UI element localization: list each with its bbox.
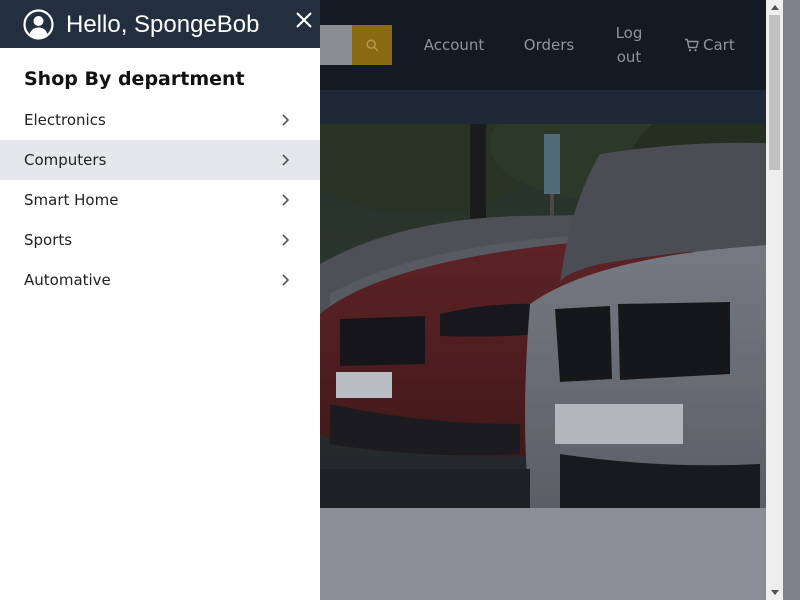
orders-link[interactable]: Orders xyxy=(520,33,578,57)
page-scrollbar[interactable] xyxy=(766,0,783,600)
scroll-up-arrow[interactable] xyxy=(766,0,783,15)
chevron-right-icon xyxy=(282,114,290,126)
search-icon xyxy=(365,38,378,51)
drawer-header: Hello, SpongeBob xyxy=(0,0,320,48)
chevron-right-icon xyxy=(282,234,290,246)
chevron-right-icon xyxy=(282,274,290,286)
cart-label: Cart xyxy=(703,36,735,54)
user-greeting: Hello, SpongeBob xyxy=(66,11,260,38)
department-label: Sports xyxy=(24,231,73,249)
department-list: Electronics Computers Smart Home Sports … xyxy=(0,100,320,300)
department-item-electronics[interactable]: Electronics xyxy=(0,100,320,140)
chevron-right-icon xyxy=(282,194,290,206)
department-label: Smart Home xyxy=(24,191,119,209)
department-item-smart-home[interactable]: Smart Home xyxy=(0,180,320,220)
caret-up-icon xyxy=(770,5,779,10)
department-drawer: Hello, SpongeBob Shop By department Elec… xyxy=(0,0,320,600)
scrollbar-thumb[interactable] xyxy=(769,15,780,170)
department-item-computers[interactable]: Computers xyxy=(0,140,320,180)
close-icon xyxy=(296,12,312,28)
user-circle-icon xyxy=(23,9,54,40)
scroll-down-arrow[interactable] xyxy=(766,585,783,600)
department-label: Computers xyxy=(24,151,107,169)
search-button[interactable] xyxy=(352,25,392,65)
logout-link[interactable]: Log out xyxy=(606,21,652,69)
chevron-right-icon xyxy=(282,154,290,166)
cart-icon xyxy=(685,38,699,52)
department-label: Electronics xyxy=(24,111,106,129)
caret-down-icon xyxy=(770,590,779,595)
cart-link[interactable]: Cart xyxy=(684,33,744,57)
section-title: Shop By department xyxy=(24,68,245,90)
department-item-automative[interactable]: Automative xyxy=(0,260,320,300)
department-item-sports[interactable]: Sports xyxy=(0,220,320,260)
department-label: Automative xyxy=(24,271,111,289)
close-drawer-button[interactable] xyxy=(293,9,315,31)
account-link[interactable]: Account xyxy=(420,33,488,57)
